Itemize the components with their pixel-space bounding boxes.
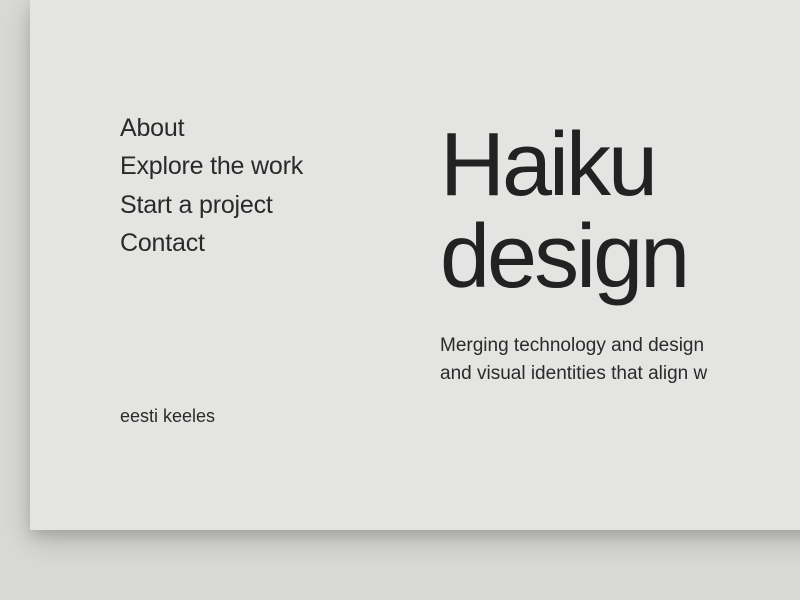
hero-sub-line-1: Merging technology and design: [440, 335, 704, 356]
hero-title-line-2: design: [440, 207, 687, 307]
nav-link-contact[interactable]: Contact: [120, 225, 380, 261]
content-card: About Explore the work Start a project C…: [30, 0, 800, 530]
hero-sub-line-2: and visual identities that align w: [440, 363, 707, 384]
nav-link-about[interactable]: About: [120, 110, 380, 146]
right-column: Haiku design Merging technology and desi…: [440, 110, 800, 530]
hero-subtitle: Merging technology and design and visual…: [440, 332, 800, 389]
hero-title-line-1: Haiku: [440, 115, 655, 215]
nav-link-start-project[interactable]: Start a project: [120, 187, 380, 223]
primary-nav: About Explore the work Start a project C…: [120, 110, 380, 261]
language-switch[interactable]: eesti keeles: [120, 406, 380, 427]
nav-link-explore[interactable]: Explore the work: [120, 148, 380, 184]
left-column: About Explore the work Start a project C…: [120, 110, 380, 530]
hero-title: Haiku design: [440, 120, 800, 304]
